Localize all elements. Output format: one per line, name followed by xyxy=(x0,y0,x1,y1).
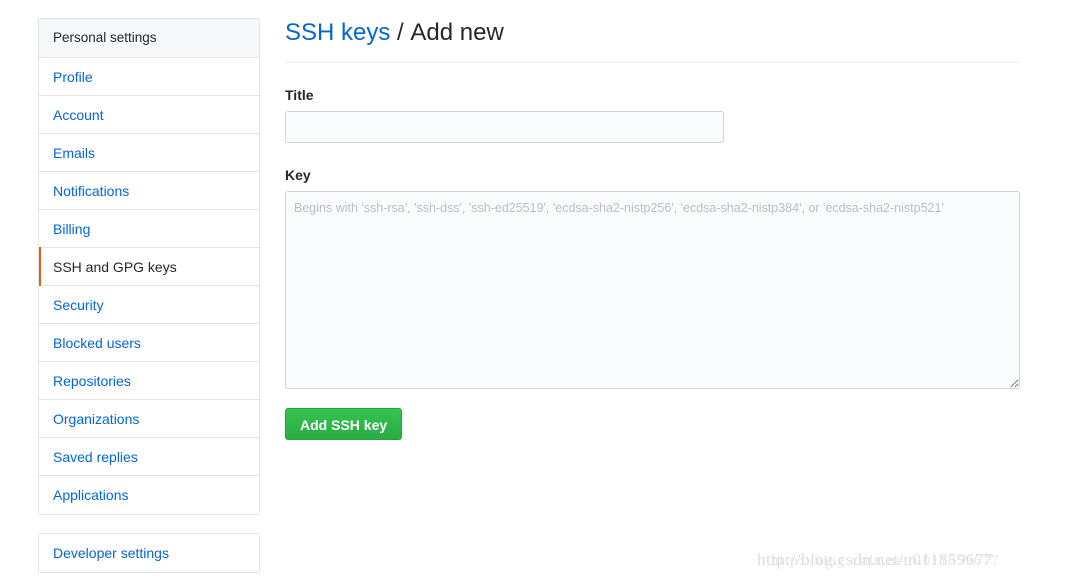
personal-settings-menu: Personal settings Profile Account Emails… xyxy=(38,18,260,515)
sidebar-item-emails[interactable]: Emails xyxy=(39,134,259,172)
sidebar-item-label: Developer settings xyxy=(53,545,169,561)
settings-sidebar: Personal settings Profile Account Emails… xyxy=(38,18,260,573)
sidebar-item-profile[interactable]: Profile xyxy=(39,58,259,96)
page-title: SSH keys / Add new xyxy=(285,18,1020,63)
title-input[interactable] xyxy=(285,111,724,143)
sidebar-item-label: Notifications xyxy=(53,183,130,199)
sidebar-item-blocked-users[interactable]: Blocked users xyxy=(39,324,259,362)
sidebar-item-label: Billing xyxy=(53,221,91,237)
sidebar-item-label: Blocked users xyxy=(53,335,141,351)
sidebar-item-ssh-and-gpg-keys[interactable]: SSH and GPG keys xyxy=(39,247,259,286)
page-root: Personal settings Profile Account Emails… xyxy=(0,0,1070,586)
sidebar-item-label: Security xyxy=(53,297,104,313)
sidebar-item-label: Applications xyxy=(53,487,129,503)
sidebar-header: Personal settings xyxy=(39,19,259,58)
sidebar-item-label: Saved replies xyxy=(53,449,138,465)
sidebar-item-applications[interactable]: Applications xyxy=(39,476,259,514)
watermark-text-overlay: http://blog.csdn.net/u011859677 xyxy=(771,553,1000,569)
sidebar-item-label: SSH and GPG keys xyxy=(53,259,177,275)
key-field-label: Key xyxy=(285,167,311,183)
breadcrumb-ssh-keys-link[interactable]: SSH keys xyxy=(285,19,390,46)
breadcrumb-current: Add new xyxy=(410,19,504,46)
watermark-text: http://blog.csdn.net/u011859677 xyxy=(757,550,993,569)
sidebar-item-organizations[interactable]: Organizations xyxy=(39,400,259,438)
sidebar-item-label: Profile xyxy=(53,69,93,85)
developer-settings-menu: Developer settings xyxy=(38,533,260,573)
sidebar-item-label: Repositories xyxy=(53,373,131,389)
sidebar-item-notifications[interactable]: Notifications xyxy=(39,172,259,210)
main-content: SSH keys / Add new Title Key Add SSH key xyxy=(285,18,1020,440)
key-textarea[interactable] xyxy=(285,191,1020,389)
sidebar-item-label: Emails xyxy=(53,145,96,161)
sidebar-item-saved-replies[interactable]: Saved replies xyxy=(39,438,259,476)
sidebar-item-repositories[interactable]: Repositories xyxy=(39,362,259,400)
breadcrumb-separator: / xyxy=(397,19,404,46)
sidebar-item-label: Account xyxy=(53,107,104,123)
watermark: http://blog.csdn.net/u011859677 http://b… xyxy=(757,550,1067,580)
sidebar-item-account[interactable]: Account xyxy=(39,96,259,134)
sidebar-item-developer-settings[interactable]: Developer settings xyxy=(39,534,259,572)
sidebar-item-billing[interactable]: Billing xyxy=(39,210,259,248)
add-ssh-key-button[interactable]: Add SSH key xyxy=(285,408,403,440)
sidebar-item-label: Organizations xyxy=(53,411,140,427)
sidebar-item-security[interactable]: Security xyxy=(39,286,259,324)
title-field-label: Title xyxy=(285,87,314,103)
